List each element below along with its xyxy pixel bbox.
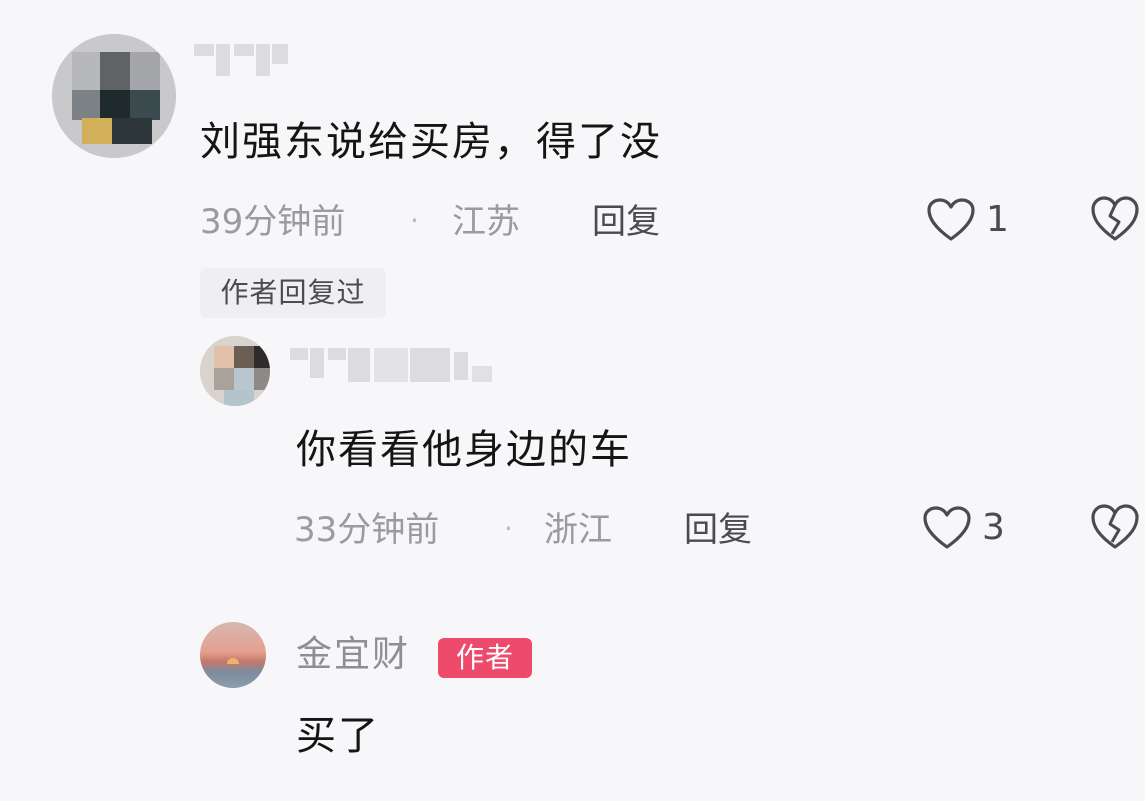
author-badge: 作者 [438,638,532,678]
meta-separator: · [410,204,419,237]
comment-text: 刘强东说给买房，得了没 [200,119,662,165]
broken-heart-icon [1090,196,1140,246]
username-blurred[interactable] [194,40,294,80]
broken-heart-icon [1090,504,1140,554]
avatar[interactable] [52,34,176,158]
like-count: 3 [982,507,1005,548]
reply-text: 你看看他身边的车 [296,427,632,473]
avatar[interactable] [200,336,270,406]
comment-location: 江苏 [452,202,520,242]
avatar[interactable] [200,622,266,688]
author-username[interactable]: 金宜财 [296,634,410,676]
username-blurred[interactable] [290,346,510,386]
reply-time: 33分钟前 [294,510,440,550]
dislike-button[interactable] [1090,196,1140,246]
reply-text: 买了 [296,713,380,759]
like-count: 1 [986,199,1009,240]
author-replied-tag[interactable]: 作者回复过 [200,268,386,318]
dislike-button[interactable] [1090,504,1140,554]
reply-location: 浙江 [544,510,612,550]
like-button[interactable]: 3 [922,506,1005,550]
heart-icon [926,198,976,242]
reply-button[interactable]: 回复 [592,202,660,242]
reply-button[interactable]: 回复 [684,510,752,550]
like-button[interactable]: 1 [926,198,1009,242]
heart-icon [922,506,972,550]
comment-time: 39分钟前 [200,202,346,242]
sunset-image [227,658,239,664]
meta-separator: · [504,512,513,545]
